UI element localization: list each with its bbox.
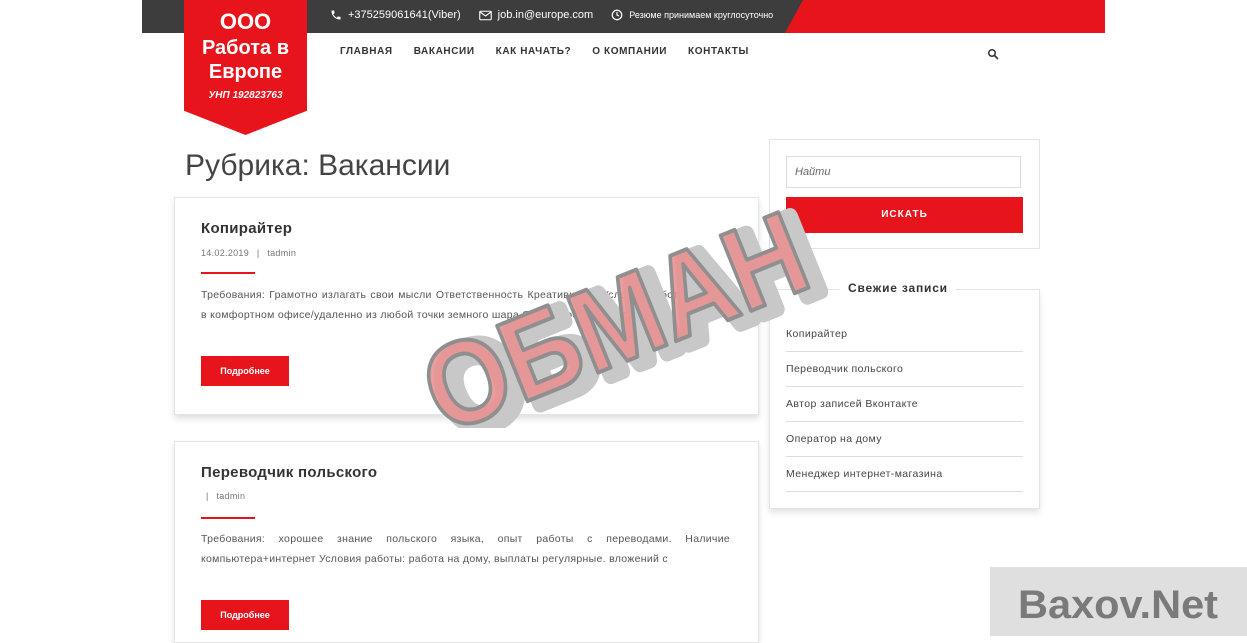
search-input[interactable]: [786, 156, 1021, 188]
mail-icon: [478, 10, 492, 21]
post-author[interactable]: tadmin: [216, 491, 245, 501]
post-meta: | tadmin: [201, 491, 245, 501]
clock-icon: [611, 9, 623, 21]
nav-item-contacts[interactable]: КОНТАКТЫ: [688, 46, 749, 57]
hours-text: Резюме принимаем круглосуточно: [629, 10, 774, 20]
post-card: Переводчик польского | tadmin Требования…: [174, 441, 759, 643]
email-contact[interactable]: job.in@europe.com: [478, 9, 594, 21]
meta-separator: |: [256, 248, 260, 258]
fraud-stamp: ОБМАН ОБМАН: [403, 208, 828, 428]
nav-item-vacancies[interactable]: ВАКАНСИИ: [414, 46, 475, 57]
email-text: job.in@europe.com: [497, 9, 594, 21]
hours-info: Резюме принимаем круглосуточно: [611, 9, 773, 21]
post-date: 14.02.2019: [201, 248, 250, 258]
read-more-button[interactable]: Подробнее: [201, 600, 289, 630]
site-watermark: Baxov.Net: [990, 567, 1247, 636]
main-nav: ГЛАВНАЯ ВАКАНСИИ КАК НАЧАТЬ? О КОМПАНИИ …: [340, 46, 749, 57]
phone-contact[interactable]: +375259061641(Viber): [330, 9, 461, 21]
watermark-text: Baxov.Net: [1018, 583, 1218, 627]
nav-item-home[interactable]: ГЛАВНАЯ: [340, 46, 393, 57]
post-title[interactable]: Переводчик польского: [201, 464, 377, 481]
recent-post-link[interactable]: Менеджер интернет-магазина: [786, 457, 1023, 492]
widget-title: Свежие записи: [840, 281, 956, 295]
post-title[interactable]: Копирайтер: [201, 220, 292, 237]
title-underline: [201, 517, 255, 519]
logo-line-3: Европе: [208, 61, 283, 83]
page-title: Рубрика: Вакансии: [185, 149, 451, 182]
nav-item-about[interactable]: О КОМПАНИИ: [592, 46, 667, 57]
post-meta: 14.02.2019 | tadmin: [201, 248, 296, 258]
phone-icon: [330, 9, 342, 21]
meta-separator: |: [206, 491, 209, 501]
contact-strip: +375259061641(Viber) job.in@europe.com Р…: [330, 0, 773, 30]
site-logo[interactable]: ООО Работа в Европе УНП 192823763: [184, 0, 307, 135]
search-icon: [987, 47, 999, 64]
logo-line-1: ООО: [219, 9, 272, 34]
logo-unp: УНП 192823763: [208, 90, 283, 101]
post-author[interactable]: tadmin: [267, 248, 296, 258]
post-excerpt: Требования: хорошее знание польского язы…: [201, 533, 730, 565]
top-bar-accent: [785, 0, 1105, 33]
logo-line-2: Работа в: [201, 37, 290, 59]
phone-text: +375259061641(Viber): [348, 9, 461, 21]
header-search-button[interactable]: [987, 47, 999, 65]
read-more-button[interactable]: Подробнее: [201, 356, 289, 386]
title-underline: [201, 272, 255, 274]
nav-item-how-to-start[interactable]: КАК НАЧАТЬ?: [496, 46, 572, 57]
